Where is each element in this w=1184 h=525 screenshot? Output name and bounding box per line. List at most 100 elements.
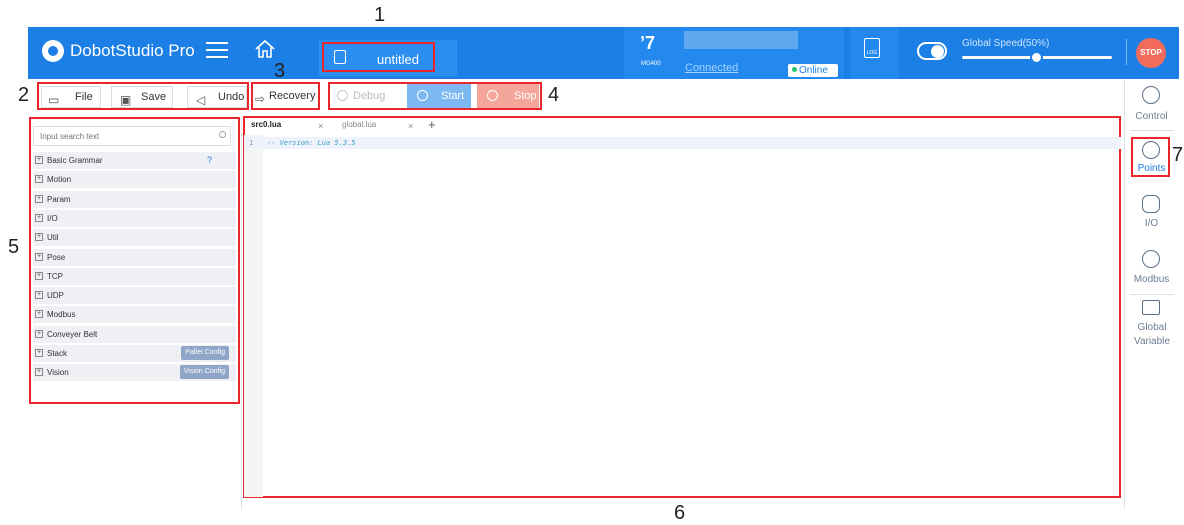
sidebar-item-points[interactable]: Points — [1124, 163, 1179, 174]
expand-icon[interactable]: + — [35, 271, 43, 280]
log-icon: LOG — [864, 38, 880, 58]
help-icon[interactable]: ? — [207, 152, 212, 169]
category-row[interactable]: + Param — [33, 190, 236, 208]
project-title: untitled — [377, 52, 419, 67]
tab-global-close-icon[interactable]: × — [408, 121, 413, 131]
category-label: Param — [47, 194, 71, 204]
undo-button[interactable]: ◁ Undo — [187, 86, 247, 108]
line-number-gutter — [244, 135, 263, 497]
command-search-input[interactable] — [33, 126, 231, 146]
annotation-number-5: 5 — [8, 236, 20, 258]
home-icon[interactable] — [254, 38, 276, 60]
save-button[interactable]: ▣ Save — [111, 86, 173, 108]
category-label: Stack — [47, 349, 68, 358]
expand-icon[interactable]: + — [35, 194, 43, 203]
category-row[interactable]: + UDP — [33, 287, 236, 305]
annotation-number-2: 2 — [18, 84, 30, 106]
expand-icon[interactable]: + — [35, 329, 43, 338]
category-row[interactable]: + Modbus — [33, 306, 236, 324]
category-label: Modbus — [47, 310, 76, 320]
annotation-number-4: 4 — [548, 84, 560, 106]
category-row[interactable]: + TCP — [33, 267, 236, 285]
recovery-icon: ⇨ — [255, 92, 266, 106]
code-line-text[interactable]: -- Version: Lua 5.3.5 — [267, 139, 356, 147]
category-label: Conveyer Belt — [47, 329, 98, 339]
save-icon: ▣ — [120, 93, 132, 107]
category-row[interactable]: + Stack Pallet Config — [33, 345, 236, 362]
line-number: 1 — [249, 139, 254, 147]
stop-button[interactable]: Stop — [477, 84, 539, 108]
top-bar — [28, 27, 1179, 79]
connection-status-link[interactable]: Connected — [685, 62, 738, 74]
category-row[interactable]: + I/O — [33, 209, 236, 227]
emergency-stop-button[interactable]: STOP — [1136, 38, 1166, 68]
file-button[interactable]: ▭ File — [41, 86, 101, 108]
debug-button[interactable]: Debug — [331, 85, 400, 107]
expand-icon[interactable]: + — [35, 156, 43, 164]
category-row[interactable]: + Pose — [33, 248, 236, 266]
global-speed-label: Global Speed(50%) — [962, 38, 1050, 49]
config-button[interactable]: Vision Config — [179, 365, 229, 380]
category-label: Vision — [47, 368, 69, 378]
category-label: Util — [47, 233, 59, 243]
category-label: Motion — [47, 175, 72, 185]
annotation-number-1: 1 — [374, 4, 386, 26]
robot-ip-redacted — [684, 31, 798, 49]
menu-icon[interactable] — [206, 42, 228, 60]
search-icon[interactable] — [219, 131, 226, 138]
app-window: DobotStudio Pro untitled ʼ7 MG400 Connec… — [0, 0, 1184, 525]
global-speed-slider-handle[interactable] — [1030, 51, 1043, 64]
annotation-number-3: 3 — [274, 60, 286, 82]
expand-icon[interactable]: + — [35, 213, 43, 222]
category-row[interactable]: + Util — [33, 229, 236, 247]
folder-icon: ▭ — [48, 93, 60, 107]
expand-icon[interactable]: + — [35, 175, 43, 184]
debug-icon — [337, 90, 348, 101]
tab-global[interactable]: global.lua — [342, 120, 376, 129]
category-label: Pose — [47, 252, 66, 262]
play-icon — [417, 90, 428, 101]
category-row[interactable]: + Motion — [33, 171, 236, 189]
expand-icon[interactable]: + — [35, 349, 43, 357]
config-button[interactable]: Pallet Config — [181, 346, 229, 360]
category-row[interactable]: + Vision Vision Config — [33, 364, 236, 382]
category-label: UDP — [47, 291, 64, 301]
modbus-icon — [1142, 250, 1160, 268]
expand-icon[interactable]: + — [35, 233, 43, 242]
active-code-line — [244, 137, 1121, 149]
control-icon — [1142, 86, 1160, 104]
category-row[interactable]: + Conveyer Belt — [33, 325, 236, 343]
tab-src0[interactable]: src0.lua — [251, 120, 281, 129]
sidebar-item-modbus[interactable]: Modbus — [1124, 274, 1179, 285]
expand-icon[interactable]: + — [35, 368, 43, 377]
app-title: DobotStudio Pro — [70, 41, 195, 60]
stop-icon — [487, 90, 498, 101]
annotation-number-7: 7 — [1172, 144, 1184, 166]
robot-arm-icon: ʼ7 — [640, 33, 656, 53]
undo-icon: ◁ — [196, 93, 206, 107]
category-row[interactable]: + Basic Grammar? — [33, 152, 236, 169]
category-label: I/O — [47, 213, 58, 223]
points-icon — [1142, 141, 1160, 159]
sidebar-item-io[interactable]: I/O — [1124, 218, 1179, 229]
sidebar-divider — [1130, 294, 1174, 295]
expand-icon[interactable]: + — [35, 291, 43, 300]
sidebar-divider — [1130, 130, 1174, 131]
enable-toggle[interactable] — [917, 42, 947, 60]
sidebar-item-control[interactable]: Control — [1124, 111, 1179, 122]
start-button[interactable]: Start — [407, 84, 471, 108]
robot-model: MG400 — [641, 61, 661, 67]
tab-src0-close-icon[interactable]: × — [318, 121, 323, 131]
sidebar-item-global-variable[interactable]: Global Variable — [1130, 321, 1174, 349]
expand-icon[interactable]: + — [35, 252, 43, 261]
global-variable-icon — [1142, 300, 1160, 315]
add-tab-icon[interactable]: + — [428, 117, 436, 132]
online-badge: Online — [788, 64, 838, 77]
category-label: Basic Grammar — [47, 156, 103, 165]
app-logo-icon — [42, 40, 64, 62]
recovery-button[interactable]: ⇨ Recovery — [254, 86, 317, 108]
expand-icon[interactable]: + — [35, 310, 43, 319]
category-label: TCP — [47, 271, 63, 281]
file-icon — [334, 50, 346, 64]
annotation-box-6 — [243, 116, 1121, 498]
